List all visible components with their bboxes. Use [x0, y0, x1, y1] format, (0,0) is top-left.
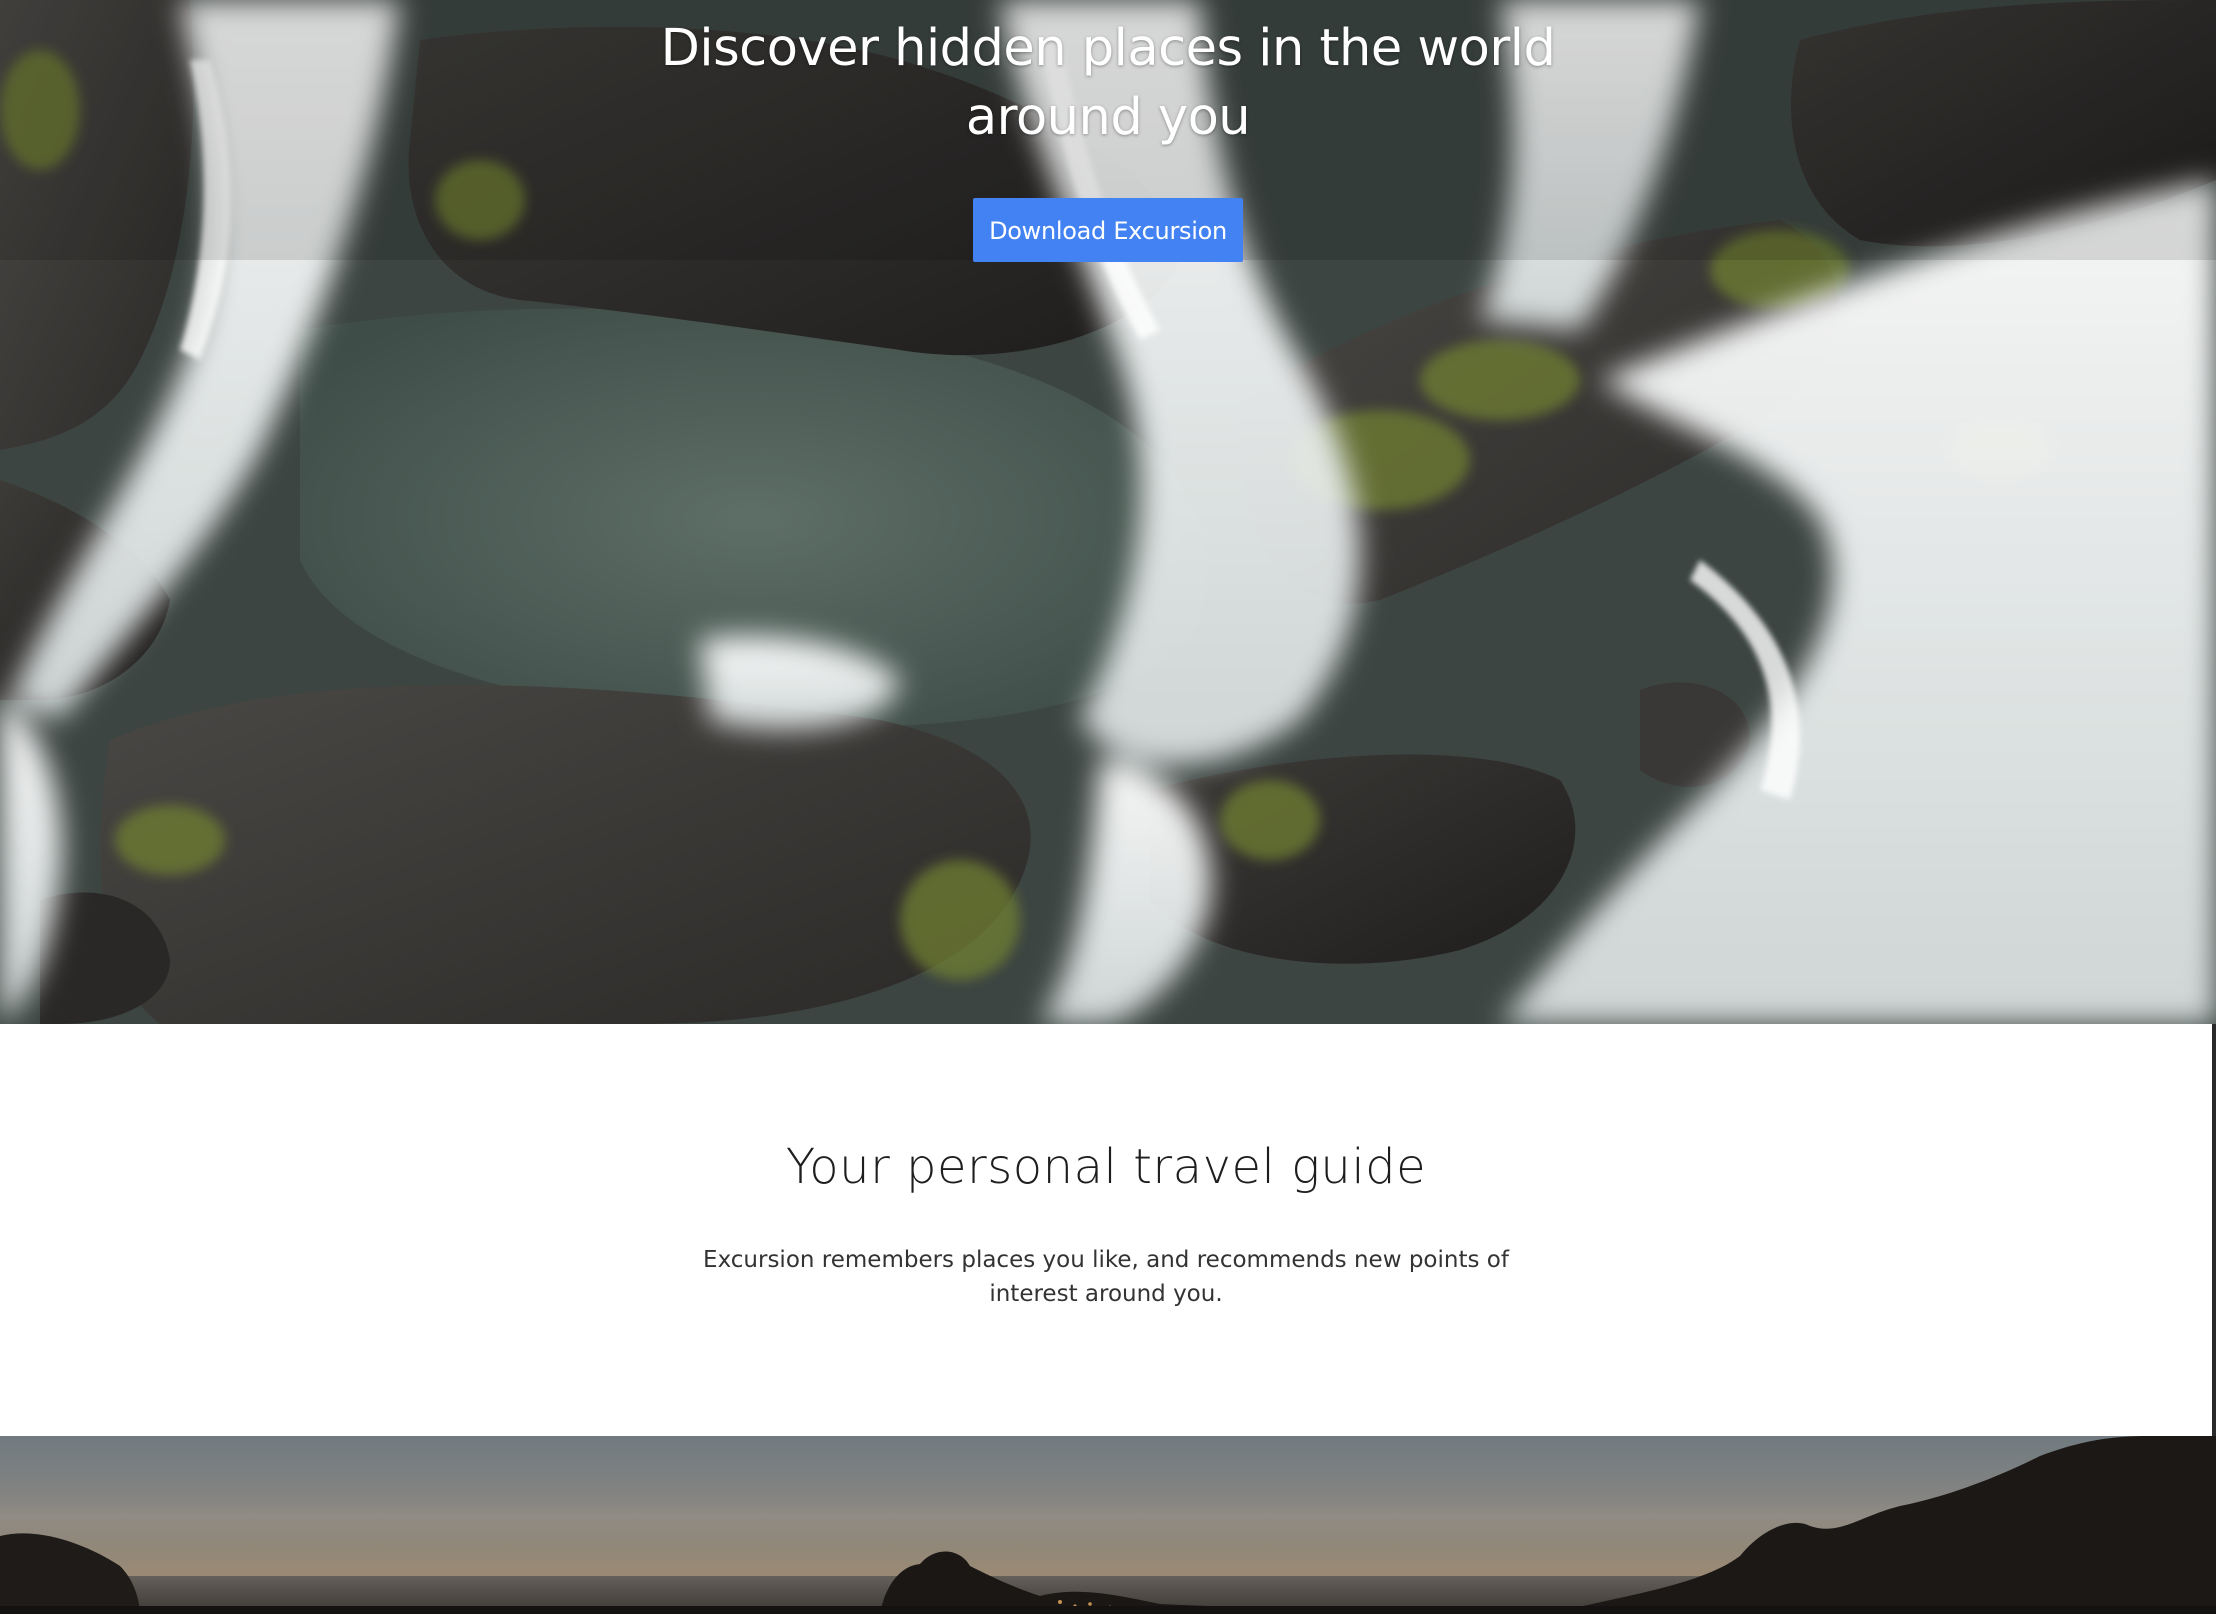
intro-section: Your personal travel guide Excursion rem…	[0, 1024, 2212, 1436]
dusk-landscape-section	[0, 1436, 2216, 1614]
intro-title: Your personal travel guide	[785, 1139, 1427, 1195]
intro-description: Excursion remembers places you like, and…	[703, 1247, 1509, 1307]
hero-section: Discover hidden places in the world arou…	[0, 0, 2216, 1024]
edge-divider	[2212, 1024, 2216, 1436]
hero-title: Discover hidden places in the world arou…	[660, 19, 1556, 147]
hero-content: Discover hidden places in the world arou…	[0, 0, 2216, 262]
dusk-landscape-image	[0, 1436, 2216, 1614]
download-button[interactable]: Download Excursion	[973, 198, 1243, 262]
